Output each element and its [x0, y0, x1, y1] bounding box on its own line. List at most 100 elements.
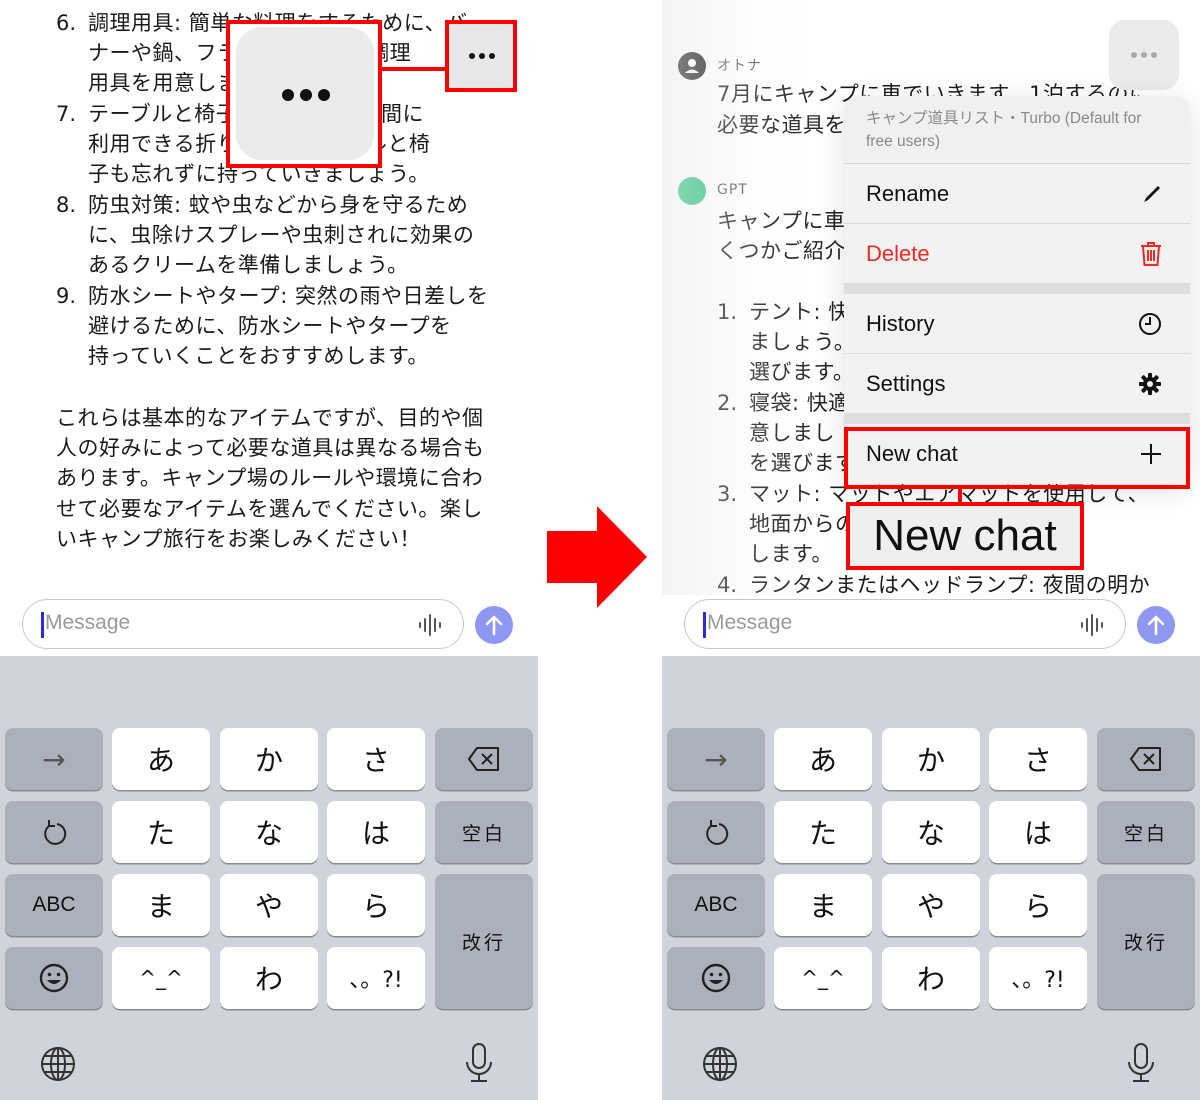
- key-sa[interactable]: さ: [327, 728, 425, 790]
- key-abc[interactable]: ABC: [667, 874, 765, 936]
- key-label: か: [916, 744, 945, 777]
- key-label: た: [808, 817, 837, 850]
- key-label: た: [146, 817, 175, 850]
- key-label: 、。?!: [1011, 968, 1065, 993]
- emoji-icon: [701, 963, 731, 993]
- assistant-line: くつかご紹介: [717, 239, 846, 263]
- key-label: ^_^: [801, 966, 845, 990]
- list-line: 選びます。: [749, 360, 855, 384]
- list-number: 1.: [717, 300, 738, 324]
- arrow-up-icon: [485, 615, 503, 636]
- key-label: や: [254, 890, 283, 923]
- key-wa[interactable]: わ: [882, 947, 980, 1009]
- key-abc[interactable]: ABC: [5, 874, 103, 936]
- backspace-icon: [1130, 747, 1161, 771]
- new-chat-callout: New chat: [846, 502, 1084, 570]
- key-next[interactable]: →: [667, 728, 765, 790]
- gear-icon: [1139, 372, 1161, 395]
- key-label: あ: [808, 744, 837, 777]
- screenshot-before: 6. 調理用具: 簡単な料理をするために、バー ナーや鍋、フライパンなどの調理 …: [0, 0, 538, 1100]
- magnified-more-button: [236, 27, 374, 160]
- menu-item-history[interactable]: History: [844, 294, 1190, 354]
- globe-icon[interactable]: [702, 1046, 738, 1082]
- key-label: 改行: [1123, 932, 1168, 954]
- key-label: や: [916, 890, 945, 923]
- key-return[interactable]: 改行: [435, 874, 533, 1009]
- key-ta[interactable]: た: [774, 801, 872, 863]
- key-space[interactable]: 空白: [435, 801, 533, 863]
- key-ma[interactable]: ま: [774, 874, 872, 936]
- key-sa[interactable]: さ: [989, 728, 1087, 790]
- key-ra[interactable]: ら: [327, 874, 425, 936]
- key-label: は: [361, 817, 390, 850]
- key-wa[interactable]: わ: [220, 947, 318, 1009]
- key-ha[interactable]: は: [989, 801, 1087, 863]
- key-undo[interactable]: [667, 801, 765, 863]
- key-a[interactable]: あ: [112, 728, 210, 790]
- key-ya[interactable]: や: [220, 874, 318, 936]
- menu-separator: [844, 284, 1190, 294]
- list-number: 7.: [56, 102, 77, 126]
- more-options-button[interactable]: [1109, 20, 1179, 90]
- trash-icon: [1141, 241, 1161, 266]
- key-ma[interactable]: ま: [112, 874, 210, 936]
- assistant-name: GPT: [717, 182, 748, 198]
- key-punctuation[interactable]: 、。?!: [989, 947, 1087, 1009]
- globe-icon[interactable]: [40, 1046, 76, 1082]
- key-ka[interactable]: か: [220, 728, 318, 790]
- list-number: 4.: [717, 573, 738, 595]
- key-punctuation[interactable]: 、。?!: [327, 947, 425, 1009]
- key-return[interactable]: 改行: [1097, 874, 1195, 1009]
- key-label: さ: [361, 744, 390, 777]
- key-ka[interactable]: か: [882, 728, 980, 790]
- key-backspace[interactable]: [1097, 728, 1195, 790]
- clock-icon: [1139, 312, 1161, 335]
- pencil-icon: [1144, 185, 1160, 202]
- key-label: ま: [146, 890, 175, 923]
- menu-separator: [844, 414, 1190, 424]
- list-line: テント: 快: [749, 300, 850, 324]
- key-na[interactable]: な: [220, 801, 318, 863]
- key-ha[interactable]: は: [327, 801, 425, 863]
- send-button[interactable]: [1137, 606, 1175, 644]
- key-emoji[interactable]: [5, 947, 103, 1009]
- menu-item-rename[interactable]: Rename: [844, 164, 1190, 224]
- key-ra[interactable]: ら: [989, 874, 1087, 936]
- message-placeholder: Message: [45, 611, 131, 634]
- key-kaomoji[interactable]: ^_^: [774, 947, 872, 1009]
- japanese-keyboard: → あ か さ た な は 空白 ABC ま や ら 改行 ^_^ わ 、。?!: [662, 656, 1200, 1100]
- key-label: ABC: [32, 893, 76, 916]
- key-space[interactable]: 空白: [1097, 801, 1195, 863]
- key-backspace[interactable]: [435, 728, 533, 790]
- key-label: さ: [1023, 744, 1052, 777]
- list-line: 寝袋: 快適: [749, 391, 850, 415]
- key-kaomoji[interactable]: ^_^: [112, 947, 210, 1009]
- list-line: します。: [749, 542, 833, 566]
- text-caret: [41, 612, 44, 638]
- assistant-line: キャンプに車: [717, 209, 846, 233]
- microphone-icon[interactable]: [465, 1042, 493, 1084]
- japanese-keyboard: → あ か さ た な は 空白 ABC ま や ら 改行 ^_^ わ 、。?!: [0, 656, 538, 1100]
- ellipsis-icon: [1131, 52, 1157, 58]
- menu-item-delete[interactable]: Delete: [844, 224, 1190, 284]
- conversation-menu: キャンプ道具リスト・Turbo (Default for free users)…: [844, 96, 1190, 484]
- key-ya[interactable]: や: [882, 874, 980, 936]
- microphone-icon[interactable]: [1127, 1042, 1155, 1084]
- message-input[interactable]: Message: [684, 599, 1126, 649]
- message-input[interactable]: Message: [22, 599, 464, 649]
- key-na[interactable]: な: [882, 801, 980, 863]
- key-ta[interactable]: た: [112, 801, 210, 863]
- send-button[interactable]: [475, 606, 513, 644]
- waveform-icon[interactable]: [417, 613, 443, 637]
- list-number: 8.: [56, 193, 77, 217]
- menu-item-label: Settings: [866, 370, 946, 396]
- key-undo[interactable]: [5, 801, 103, 863]
- key-label: ら: [361, 890, 390, 923]
- waveform-icon[interactable]: [1079, 613, 1105, 637]
- paragraph-line: 人の好みによって必要な道具は異なる場合も: [56, 436, 485, 460]
- paragraph-line: せて必要なアイテムを選んでください。楽し: [56, 497, 483, 521]
- key-emoji[interactable]: [667, 947, 765, 1009]
- key-a[interactable]: あ: [774, 728, 872, 790]
- key-next[interactable]: →: [5, 728, 103, 790]
- menu-item-settings[interactable]: Settings: [844, 354, 1190, 414]
